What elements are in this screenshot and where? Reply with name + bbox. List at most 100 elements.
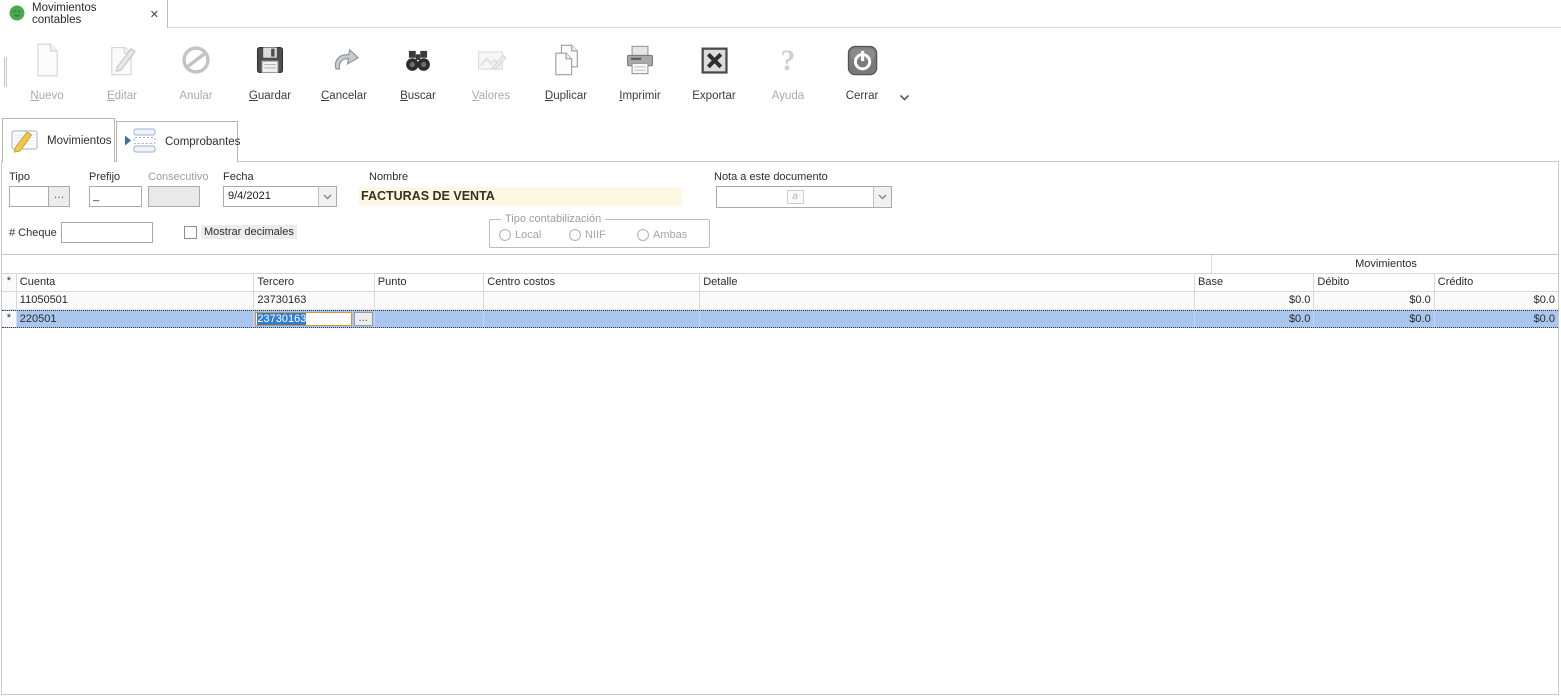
cancelar-button[interactable]: Cancelar [308,37,380,115]
guardar-button[interactable]: Guardar [234,37,306,115]
binoculars-search-icon [382,41,454,81]
nuevo-button: Nuevo [11,37,83,115]
document-tab-title: Movimientos contables [32,2,143,26]
voucher-list-icon [124,127,158,157]
consecutivo-input [148,186,200,207]
tab-comprobantes[interactable]: Comprobantes [116,121,238,162]
column-header-credito[interactable]: Crédito [1435,274,1558,291]
printer-icon [604,41,676,81]
row-2-punto[interactable] [375,311,485,327]
grid-row-2-selected[interactable]: * 220501 23730163 … $0.0 $0.0 $0.0 [2,310,1558,328]
mostrar-decimales-label[interactable]: Mostrar decimales [201,225,297,239]
fecha-value: 9/4/2021 [224,187,318,206]
tipo-contabilizacion-legend: Tipo contabilización [501,213,605,225]
nota-cue-icon: a [717,187,873,207]
document-tab-close-icon[interactable]: ✕ [150,8,159,21]
column-header-centro-costos[interactable]: Centro costos [484,274,700,291]
mostrar-decimales-checkbox[interactable] [184,226,197,239]
radio-niif: NIIF [569,229,606,241]
row-1-detalle[interactable] [700,292,1195,309]
tercero-browse-button[interactable]: … [354,312,373,326]
column-header-detalle[interactable]: Detalle [700,274,1195,291]
notepad-pencil-icon [10,125,40,156]
tipo-browse-button[interactable]: … [49,186,70,207]
fecha-combobox[interactable]: 9/4/2021 [223,186,337,207]
row-2-cuenta[interactable]: 220501 [17,311,255,327]
editar-button: Editar [86,37,158,115]
tab-movimientos[interactable]: Movimientos [2,118,115,162]
prefijo-input[interactable]: _ [89,186,142,207]
consecutivo-label: Consecutivo [148,171,209,183]
row-2-centro-costos[interactable] [484,311,700,327]
grid-group-header-row: Movimientos [2,255,1558,274]
app-icon [9,5,25,24]
undo-arrow-icon [308,41,380,81]
row-2-credito[interactable]: $0.0 [1435,311,1558,327]
duplicate-pages-icon [530,41,602,81]
radio-niif-circle [569,229,581,241]
fecha-dropdown-button[interactable] [318,187,336,206]
tipo-contabilizacion-groupbox: Tipo contabilización Local NIIF Ambas [489,219,710,248]
row-2-edit-indicator: * [2,311,17,327]
exportar-button[interactable]: Exportar [678,37,750,115]
toolbar-overflow-chevron-icon[interactable] [899,93,910,105]
row-1-credito[interactable]: $0.0 [1435,292,1558,309]
row-1-tercero[interactable]: 23730163 [254,292,374,309]
no-entry-icon [160,41,232,81]
column-header-base[interactable]: Base [1195,274,1314,291]
tab-movimientos-label: Movimientos [47,135,112,147]
tercero-edit-box[interactable]: 23730163 [255,312,351,326]
excel-export-icon [678,41,750,81]
column-header-cuenta[interactable]: Cuenta [17,274,255,291]
column-header-tercero[interactable]: Tercero [254,274,374,291]
radio-ambas-circle [637,229,649,241]
row-1-cuenta[interactable]: 11050501 [17,292,255,309]
radio-ambas: Ambas [637,229,687,241]
column-header-punto[interactable]: Punto [375,274,485,291]
grid-row-1[interactable]: 11050501 23730163 $0.0 $0.0 $0.0 [2,292,1558,310]
row-1-centro-costos[interactable] [484,292,700,309]
ayuda-button: ? Ayuda [752,37,824,115]
tipo-label: Tipo [9,171,30,183]
row-1-punto[interactable] [375,292,485,309]
tercero-selected-text: 23730163 [257,313,306,325]
save-floppy-icon [234,41,306,81]
picture-values-icon [455,41,527,81]
row-1-debito[interactable]: $0.0 [1314,292,1434,309]
header-row-indicator: * [2,274,17,291]
nota-dropdown-button[interactable] [873,187,891,207]
cerrar-button[interactable]: Cerrar [826,37,898,115]
tipo-input[interactable] [9,186,49,207]
row-2-tercero-editing[interactable]: 23730163 … [254,311,374,327]
tipo-field-group: … [9,186,70,207]
toolbar-grip[interactable] [4,57,7,87]
column-header-debito[interactable]: Débito [1314,274,1434,291]
main-toolbar: Nuevo Editar Anular Guardar Cancelar Bus… [0,29,1561,117]
document-tab[interactable]: Movimientos contables ✕ [0,0,168,28]
imprimir-button[interactable]: Imprimir [604,37,676,115]
anular-button: Anular [160,37,232,115]
duplicar-button[interactable]: Duplicar [530,37,602,115]
row-2-detalle[interactable] [700,311,1195,327]
movimientos-tab-page: Tipo Prefijo Consecutivo Fecha Nombre No… [1,161,1559,695]
new-document-icon [11,41,83,81]
nota-combobox[interactable]: a [716,186,892,208]
nombre-label: Nombre [369,171,408,183]
buscar-button[interactable]: Buscar [382,37,454,115]
row-1-base[interactable]: $0.0 [1195,292,1314,309]
grid-group-header-movimientos: Movimientos [1212,255,1558,274]
prefijo-label: Prefijo [89,171,120,183]
row-2-base[interactable]: $0.0 [1195,311,1314,327]
movements-grid: Movimientos * Cuenta Tercero Punto Centr… [2,254,1558,328]
cheque-input[interactable] [61,222,153,243]
help-question-icon: ? [752,41,824,81]
nombre-value: FACTURAS DE VENTA [359,187,682,206]
row-2-debito[interactable]: $0.0 [1314,311,1434,327]
grid-column-header-row: * Cuenta Tercero Punto Centro costos Det… [2,274,1558,292]
valores-button: Valores [455,37,527,115]
svg-text:?: ? [781,45,796,77]
nota-label: Nota a este documento [714,171,828,183]
document-tab-bar: Movimientos contables ✕ [0,0,1561,28]
cheque-label: # Cheque [9,227,57,239]
power-close-icon [826,41,898,81]
